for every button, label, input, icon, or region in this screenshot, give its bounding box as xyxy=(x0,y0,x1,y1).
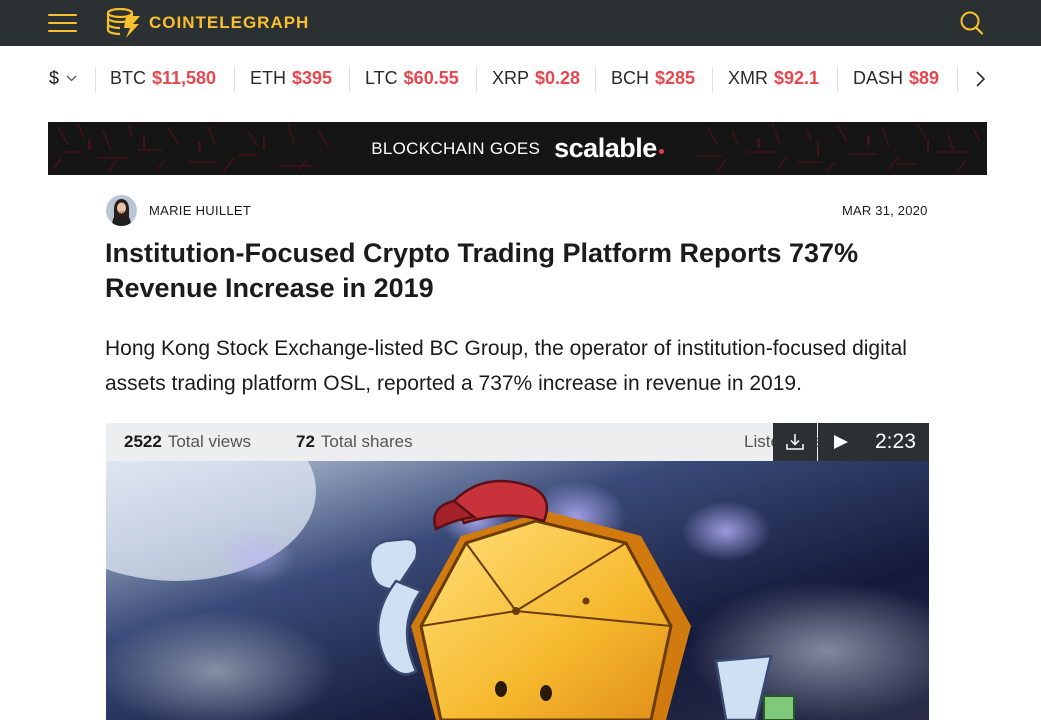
chevron-down-icon xyxy=(66,75,77,82)
ticker-item-xrp[interactable]: XRP $0.28 xyxy=(492,68,580,89)
audio-duration: 2:23 xyxy=(875,430,916,453)
author-name[interactable]: MARIE HUILLET xyxy=(149,203,251,218)
ticker-price: $395 xyxy=(292,68,333,88)
views-label: Total views xyxy=(167,432,251,451)
ticker-price: $0.28 xyxy=(535,68,581,88)
ticker-item-eth[interactable]: ETH $395 xyxy=(250,68,332,89)
ticker-symbol: ETH xyxy=(250,68,286,88)
article-stats-bar: 2522Total views 72Total shares Listen to… xyxy=(106,423,929,461)
shares-count: 72 xyxy=(296,432,315,451)
ticker-item-bch[interactable]: BCH $285 xyxy=(611,68,695,89)
ticker-item-btc[interactable]: BTC $11,580 xyxy=(110,68,216,89)
download-icon xyxy=(786,434,804,450)
currency-selector[interactable]: $ xyxy=(49,68,77,89)
ticker-symbol: XRP xyxy=(492,68,530,88)
ticker-divider xyxy=(476,66,477,92)
total-shares: 72 Total shares xyxy=(296,432,413,452)
ticker-item-dash[interactable]: DASH $89 xyxy=(853,68,939,89)
logo-icon xyxy=(106,7,140,38)
article-lede: Hong Kong Stock Exchange-listed BC Group… xyxy=(105,337,907,395)
site-logo[interactable]: COINTELEGRAPH xyxy=(106,7,309,39)
ticker-divider xyxy=(712,66,713,92)
shares-label: Total shares xyxy=(320,432,413,451)
download-audio-button[interactable] xyxy=(773,423,817,461)
ticker-divider xyxy=(837,66,838,92)
ticker-price: $89 xyxy=(909,68,940,88)
ticker-divider xyxy=(234,66,235,92)
ticker-price: $60.55 xyxy=(403,68,459,88)
ticker-item-ltc[interactable]: LTC $60.55 xyxy=(365,68,459,89)
publish-date: MAR 31, 2020 xyxy=(842,203,928,218)
article-hero-image xyxy=(106,461,929,720)
ticker-divider xyxy=(95,66,96,92)
brand-name: COINTELEGRAPH xyxy=(149,13,310,32)
author-avatar[interactable] xyxy=(106,195,137,226)
ticker-symbol: BTC xyxy=(110,68,146,88)
views-count: 2522 xyxy=(124,432,162,451)
banner-tagline: BLOCKCHAIN GOES xyxy=(371,138,541,158)
search-icon[interactable] xyxy=(958,10,984,36)
price-ticker: $ BTC $11,580 ETH $395 LTC $60.55 XRP $0.28 … xyxy=(0,46,1041,113)
hero-illustration xyxy=(106,461,929,720)
banner-brand: scalable xyxy=(554,133,657,163)
ticker-divider xyxy=(349,66,350,92)
ticker-symbol: XMR xyxy=(728,68,768,88)
play-icon[interactable] xyxy=(833,434,849,450)
ad-banner[interactable]: BLOCKCHAIN GOES scalable xyxy=(48,122,987,175)
ticker-divider xyxy=(595,66,596,92)
ticker-item-xmr[interactable]: XMR $92.1 xyxy=(728,68,819,89)
banner-content: BLOCKCHAIN GOES scalable xyxy=(48,122,987,175)
total-views: 2522 Total views xyxy=(124,432,251,452)
site-header: COINTELEGRAPH xyxy=(0,0,1041,46)
ticker-symbol: LTC xyxy=(365,68,398,88)
ticker-price: $92.1 xyxy=(774,68,820,88)
chevron-right-icon[interactable] xyxy=(973,70,987,88)
ticker-price: $11,580 xyxy=(152,68,217,88)
article-headline: Institution-Focused Crypto Trading Platf… xyxy=(105,238,859,303)
hamburger-icon[interactable] xyxy=(48,13,77,33)
currency-label: $ xyxy=(49,68,60,88)
audio-player[interactable]: 2:23 xyxy=(818,423,929,461)
ticker-symbol: BCH xyxy=(611,68,650,88)
banner-dot xyxy=(658,149,664,154)
ticker-price: $285 xyxy=(655,68,696,88)
ticker-symbol: DASH xyxy=(853,68,904,88)
avatar-image xyxy=(106,195,137,226)
ticker-divider xyxy=(957,66,958,92)
